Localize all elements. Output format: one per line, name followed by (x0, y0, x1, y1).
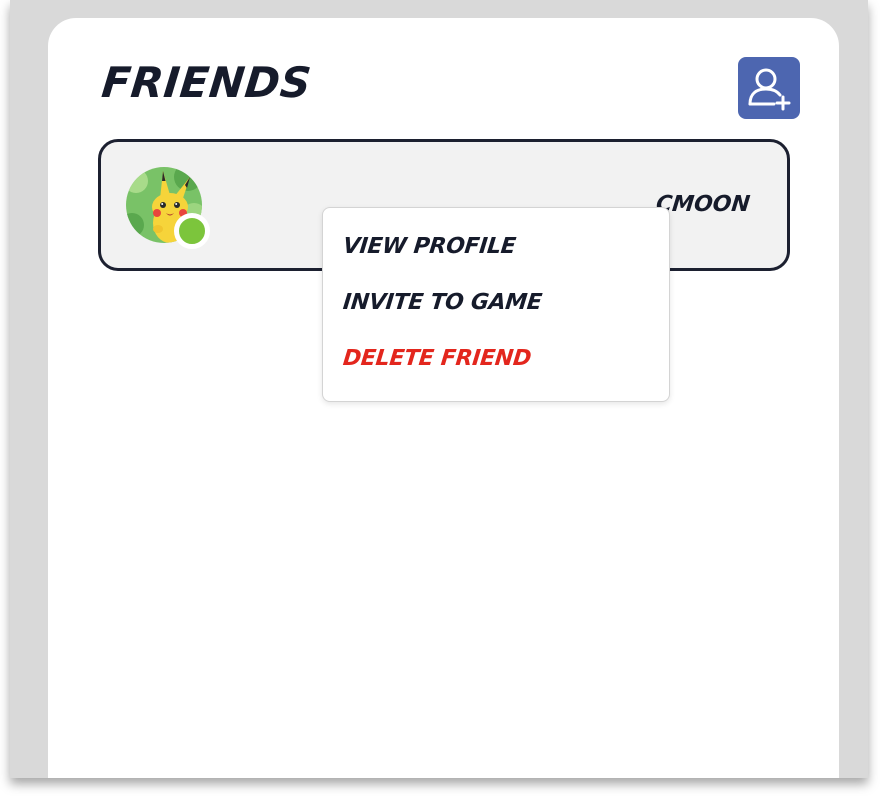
add-user-icon (748, 68, 791, 111)
online-status-indicator (174, 213, 210, 249)
page-title: FRIENDS (99, 58, 314, 107)
invite-to-game-menu-item[interactable]: INVITE TO GAME (342, 290, 543, 315)
view-profile-menu-item[interactable]: VIEW PROFILE (342, 234, 517, 259)
friend-context-menu: VIEW PROFILE INVITE TO GAME DELETE FRIEN… (322, 207, 670, 402)
add-friend-button[interactable] (738, 57, 800, 119)
friends-panel: FRIENDS CMOON VIEW PROFILE INVITE TO GAM… (48, 18, 839, 778)
delete-friend-menu-item[interactable]: DELETE FRIEND (342, 346, 533, 371)
